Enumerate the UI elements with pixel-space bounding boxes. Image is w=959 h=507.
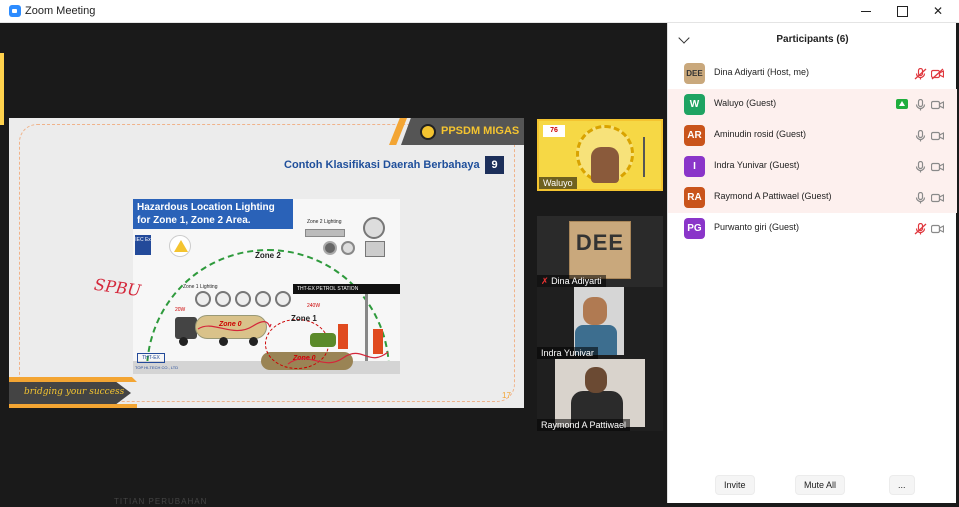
video-icon[interactable]	[930, 191, 945, 203]
participants-title: Participants (6)	[776, 34, 849, 45]
video-tile-dina[interactable]: DEE ✗ Dina Adiyarti	[537, 216, 663, 288]
zone2-label: Zone 2	[255, 251, 281, 260]
lamp-icon	[195, 291, 211, 307]
minimize-button[interactable]	[848, 0, 884, 23]
video-icon[interactable]	[930, 98, 945, 110]
iec-ex-badge: IEC Ex	[135, 235, 151, 255]
slide-page-number: 17	[502, 391, 511, 400]
zoom-app-icon	[9, 5, 21, 17]
participant-row[interactable]: DEE Dina Adiyarti (Host, me)	[668, 58, 957, 89]
video-tile-raymond[interactable]: Raymond A Pattiwael	[537, 359, 663, 431]
participant-row[interactable]: RA Raymond A Pattiwael (Guest)	[668, 182, 957, 213]
mute-all-button[interactable]: Mute All	[795, 475, 846, 495]
stage-edge-strip	[0, 53, 4, 125]
close-button[interactable]: ✕	[920, 0, 956, 23]
title-bar: Zoom Meeting ✕	[0, 0, 959, 23]
flood-fixture-icon	[341, 241, 355, 255]
participant-video	[585, 367, 607, 393]
participant-name: Purwanto giri (Guest)	[714, 222, 800, 232]
video-tile-waluyo[interactable]: 76 Waluyo	[537, 119, 663, 191]
profile-picture-text: DEE	[575, 230, 625, 255]
participant-name: Waluyo (Guest)	[714, 98, 777, 108]
lamp-icon	[255, 291, 271, 307]
slide-number-box: 9	[485, 156, 504, 174]
spot-fixture-icon	[323, 241, 337, 255]
thtex-logo-sub: TOP HI-TECH CO., LTD	[135, 365, 179, 370]
shared-screen-slide[interactable]: PPSDM MIGAS Contoh Klasifikasi Daerah Be…	[9, 118, 524, 408]
lamp-icon	[275, 291, 291, 307]
participant-row[interactable]: AR Aminudin rosid (Guest)	[668, 120, 957, 151]
participant-row[interactable]: I Indra Yunivar (Guest)	[668, 151, 957, 182]
station-sign: THT-EX PETROL STATION	[293, 284, 400, 294]
more-button[interactable]: ...	[889, 475, 915, 495]
avatar: PG	[684, 218, 705, 239]
participant-name: Aminudin rosid (Guest)	[714, 129, 807, 139]
windmill-icon	[643, 137, 645, 177]
participant-row[interactable]: PG Purwanto giri (Guest)	[668, 213, 957, 244]
video-off-icon[interactable]	[930, 67, 945, 80]
footer-tagline: bridging your success	[24, 387, 125, 397]
thtex-logo: THT-EX	[137, 353, 165, 363]
video-icon[interactable]	[930, 222, 945, 234]
mic-muted-icon[interactable]	[914, 67, 927, 80]
participant-video	[591, 147, 619, 183]
mic-icon[interactable]	[914, 98, 927, 111]
zone1-label: Zone 1	[291, 314, 317, 323]
maximize-button[interactable]	[884, 0, 920, 23]
participant-name: Dina Adiyarti (Host, me)	[714, 67, 810, 77]
hazard-zone-figure: Hazardous Location Lighting for Zone 1, …	[133, 199, 400, 374]
truck-wheel	[179, 337, 188, 346]
video-tile-name: Waluyo	[539, 177, 577, 189]
watt-left-label: 20W	[175, 307, 186, 313]
lamp-icon	[235, 291, 251, 307]
slide-heading: Contoh Klasifikasi Daerah Berbahaya	[284, 159, 480, 171]
zone1-lighting-label: Zone 1 Lighting	[183, 284, 218, 290]
footer-accent	[9, 377, 137, 382]
figure-title-line1: Hazardous Location Lighting	[137, 202, 275, 213]
avatar: I	[684, 156, 705, 177]
video-icon[interactable]	[930, 129, 945, 141]
participants-header: Participants (6)	[668, 23, 957, 57]
invite-button[interactable]: Invite	[715, 475, 755, 495]
stage-bottom-text: TITIAN PERUBAHAN	[114, 497, 208, 506]
ex-warning-icon	[169, 235, 191, 257]
window-title: Zoom Meeting	[25, 5, 96, 17]
annotation-scribble	[197, 321, 272, 332]
participants-footer: Invite Mute All ...	[668, 471, 957, 501]
avatar: DEE	[684, 63, 705, 84]
lamp-icon	[215, 291, 231, 307]
watt-right-label: 240W	[307, 303, 321, 309]
ppsdm-logo-icon	[420, 124, 436, 140]
round-fixture-icon	[363, 217, 385, 239]
mic-icon[interactable]	[914, 191, 927, 204]
ppsdm-banner-text: PPSDM MIGAS	[441, 125, 520, 137]
video-icon[interactable]	[930, 160, 945, 172]
participant-video	[583, 297, 607, 325]
mic-icon[interactable]	[914, 160, 927, 173]
mic-muted-icon[interactable]	[914, 222, 927, 235]
avatar: W	[684, 94, 705, 115]
annotation-scribble	[287, 351, 389, 365]
meeting-stage: TITIAN PERUBAHAN PPSDM MIGAS Contoh Klas…	[0, 23, 667, 507]
video-tile-name: Indra Yunivar	[537, 347, 598, 359]
event-logo: 76	[543, 125, 565, 137]
mic-icon[interactable]	[914, 129, 927, 142]
mic-muted-icon: ✗	[541, 276, 549, 286]
footer-accent	[9, 404, 137, 408]
avatar: RA	[684, 187, 705, 208]
screen-share-icon	[896, 99, 908, 109]
linear-fixture-icon	[305, 229, 345, 237]
box-fixture-icon	[365, 241, 385, 257]
zone2-lighting-label: Zone 2 Lighting	[307, 219, 342, 225]
figure-title-line2: for Zone 1, Zone 2 Area.	[137, 215, 251, 226]
participant-name: Raymond A Pattiwael (Guest)	[714, 191, 832, 201]
avatar: AR	[684, 125, 705, 146]
video-tile-name: Raymond A Pattiwael	[537, 419, 631, 431]
video-tile-name-text: Dina Adiyarti	[551, 276, 602, 286]
participants-panel: Participants (6) DEE Dina Adiyarti (Host,…	[667, 23, 957, 503]
participant-name: Indra Yunivar (Guest)	[714, 160, 800, 170]
video-tile-indra[interactable]: Indra Yunivar	[537, 287, 663, 359]
figure-title: Hazardous Location Lighting for Zone 1, …	[133, 199, 293, 229]
participant-row[interactable]: W Waluyo (Guest)	[668, 89, 957, 120]
